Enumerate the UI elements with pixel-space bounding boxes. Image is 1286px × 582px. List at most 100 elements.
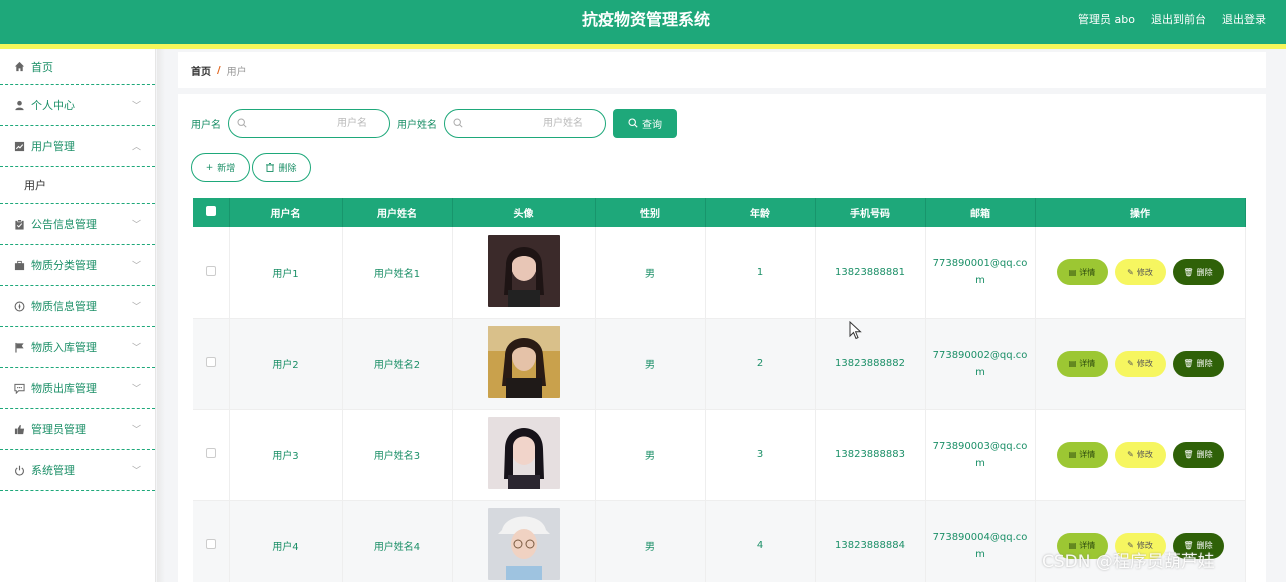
email-text: 773890002@qq.co — [932, 349, 1028, 361]
briefcase-icon — [13, 259, 25, 271]
name-cell: 用户姓名4 — [342, 500, 453, 582]
sidebar-item-system[interactable]: 系统管理 ﹀ — [0, 450, 155, 491]
edit-button[interactable]: ✎ 修改 — [1114, 441, 1166, 468]
sidebar-shadow — [157, 49, 165, 582]
table-row: 用户2 用户姓名2 男 2 13823888882 773890002@qq.c… — [193, 318, 1246, 410]
sidebar-item-stock-out[interactable]: 物质出库管理 ﹀ — [0, 368, 155, 409]
delete-button[interactable]: 🗑 删除 — [1172, 441, 1224, 468]
top-right-menu: 管理员 abo 退出到前台 退出登录 — [1078, 0, 1266, 40]
plus-icon: + — [205, 162, 214, 173]
name-input[interactable] — [445, 109, 605, 137]
edit-label: 修改 — [1136, 267, 1153, 277]
pencil-icon: ✎ — [1127, 450, 1134, 459]
content-panel: 用户名 用户姓名 查询 + 新增 删除 — [178, 94, 1266, 582]
sidebar-item-label: 用户管理 — [31, 140, 75, 153]
sidebar-subitem-user[interactable]: 用户 — [0, 167, 155, 204]
age-cell: 3 — [705, 409, 816, 501]
column-header: 年龄 — [705, 198, 816, 227]
row-checkbox[interactable] — [205, 357, 216, 367]
delete-button[interactable]: 🗑 删除 — [1172, 259, 1224, 286]
row-actions: ▤ 详情 ✎ 修改 🗑 删除 — [1036, 350, 1245, 377]
scrollbar-track[interactable] — [1266, 49, 1286, 582]
document-icon: ▤ — [1068, 267, 1077, 277]
sidebar-item-user-management[interactable]: 用户管理 ︿ — [0, 126, 155, 167]
username-cell: 用户4 — [229, 500, 343, 582]
flag-icon — [13, 341, 25, 353]
compass-icon — [13, 300, 25, 312]
username-input[interactable] — [229, 109, 389, 137]
sidebar-item-category[interactable]: 物质分类管理 ﹀ — [0, 245, 155, 286]
sidebar-item-goods-info[interactable]: 物质信息管理 ﹀ — [0, 286, 155, 327]
sidebar-item-personal-center[interactable]: 个人中心 ﹀ — [0, 85, 155, 126]
sidebar-item-admin[interactable]: 管理员管理 ﹀ — [0, 409, 155, 450]
email-text: 773890001@qq.co — [932, 258, 1028, 270]
name-cell: 用户姓名2 — [342, 318, 453, 410]
sidebar-item-label: 管理员管理 — [31, 423, 86, 436]
email-text: m — [975, 457, 985, 469]
username-cell: 用户1 — [229, 227, 343, 319]
chevron-down-icon: ﹀ — [131, 220, 141, 231]
chevron-down-icon: ﹀ — [131, 343, 141, 354]
email-text: 773890004@qq.co — [932, 531, 1028, 543]
query-button[interactable]: 查询 — [613, 108, 677, 138]
table-row: 用户3 用户姓名3 男 3 13823888883 773890003@qq.c… — [193, 409, 1246, 501]
trash-icon: 🗑 — [1183, 450, 1194, 459]
phone-cell: 13823888883 — [815, 409, 926, 501]
add-button[interactable]: + 新增 — [191, 153, 250, 182]
select-all-checkbox[interactable] — [205, 206, 216, 216]
gender-cell: 男 — [595, 500, 706, 582]
home-icon — [13, 61, 25, 73]
detail-label: 详情 — [1079, 450, 1096, 459]
sidebar-item-label: 物质入库管理 — [31, 341, 97, 354]
chevron-down-icon: ﹀ — [131, 384, 141, 395]
sidebar-item-home[interactable]: 首页 — [0, 49, 155, 85]
power-icon — [13, 464, 25, 476]
detail-button[interactable]: ▤ 详情 — [1056, 259, 1108, 286]
chevron-down-icon: ﹀ — [131, 425, 141, 436]
detail-button[interactable]: ▤ 详情 — [1056, 441, 1108, 468]
table-row: 用户1 用户姓名1 男 1 13823888881 773890001@qq.c… — [193, 227, 1246, 319]
search-icon — [453, 117, 463, 128]
row-checkbox[interactable] — [205, 539, 216, 549]
sidebar-item-announcement[interactable]: 公告信息管理 ﹀ — [0, 204, 155, 245]
pencil-icon: ✎ — [1127, 267, 1134, 277]
breadcrumb-home[interactable]: 首页 — [191, 63, 211, 78]
sidebar-item-label: 物质分类管理 — [31, 259, 97, 272]
breadcrumb-separator: / — [217, 64, 221, 76]
phone-cell: 13823888882 — [815, 318, 926, 410]
delete-label: 删除 — [1196, 359, 1213, 368]
chevron-up-icon: ︿ — [131, 142, 141, 153]
column-header: 手机号码 — [815, 198, 926, 227]
avatar — [487, 326, 560, 398]
row-checkbox[interactable] — [205, 265, 216, 276]
email-text: m — [975, 548, 985, 560]
document-icon: ▤ — [1068, 359, 1077, 368]
sidebar-item-label: 公告信息管理 — [31, 218, 97, 231]
sidebar-item-stock-in[interactable]: 物质入库管理 ﹀ — [0, 327, 155, 368]
detail-button[interactable]: ▤ 详情 — [1056, 350, 1108, 377]
delete-button[interactable]: 🗑 删除 — [1172, 350, 1224, 377]
user-table: 用户名 用户姓名 头像 性别 年龄 手机号码 邮箱 操作 用户1 用户姓名1 男… — [193, 198, 1246, 582]
sidebar-item-label: 个人中心 — [31, 99, 75, 112]
age-cell: 1 — [705, 227, 816, 319]
edit-label: 修改 — [1136, 450, 1153, 459]
gender-cell: 男 — [595, 318, 706, 410]
search-icon — [628, 118, 638, 128]
admin-label[interactable]: 管理员 abo — [1078, 0, 1135, 40]
name-cell: 用户姓名1 — [342, 227, 453, 319]
logout-link[interactable]: 退出登录 — [1222, 0, 1266, 40]
batch-delete-button[interactable]: 删除 — [252, 153, 311, 182]
edit-button[interactable]: ✎ 修改 — [1114, 350, 1166, 377]
document-icon: ▤ — [1068, 450, 1077, 459]
email-text: m — [975, 275, 985, 287]
avatar — [487, 417, 560, 489]
edit-button[interactable]: ✎ 修改 — [1114, 259, 1166, 286]
column-header: 用户名 — [229, 198, 343, 227]
username-search-field — [228, 108, 390, 138]
column-header: 邮箱 — [925, 198, 1036, 227]
delete-button-label: 删除 — [278, 164, 297, 174]
phone-cell: 13823888881 — [815, 227, 926, 319]
back-to-front-link[interactable]: 退出到前台 — [1151, 0, 1206, 40]
row-checkbox[interactable] — [205, 448, 216, 458]
trash-icon: 🗑 — [1183, 359, 1194, 368]
